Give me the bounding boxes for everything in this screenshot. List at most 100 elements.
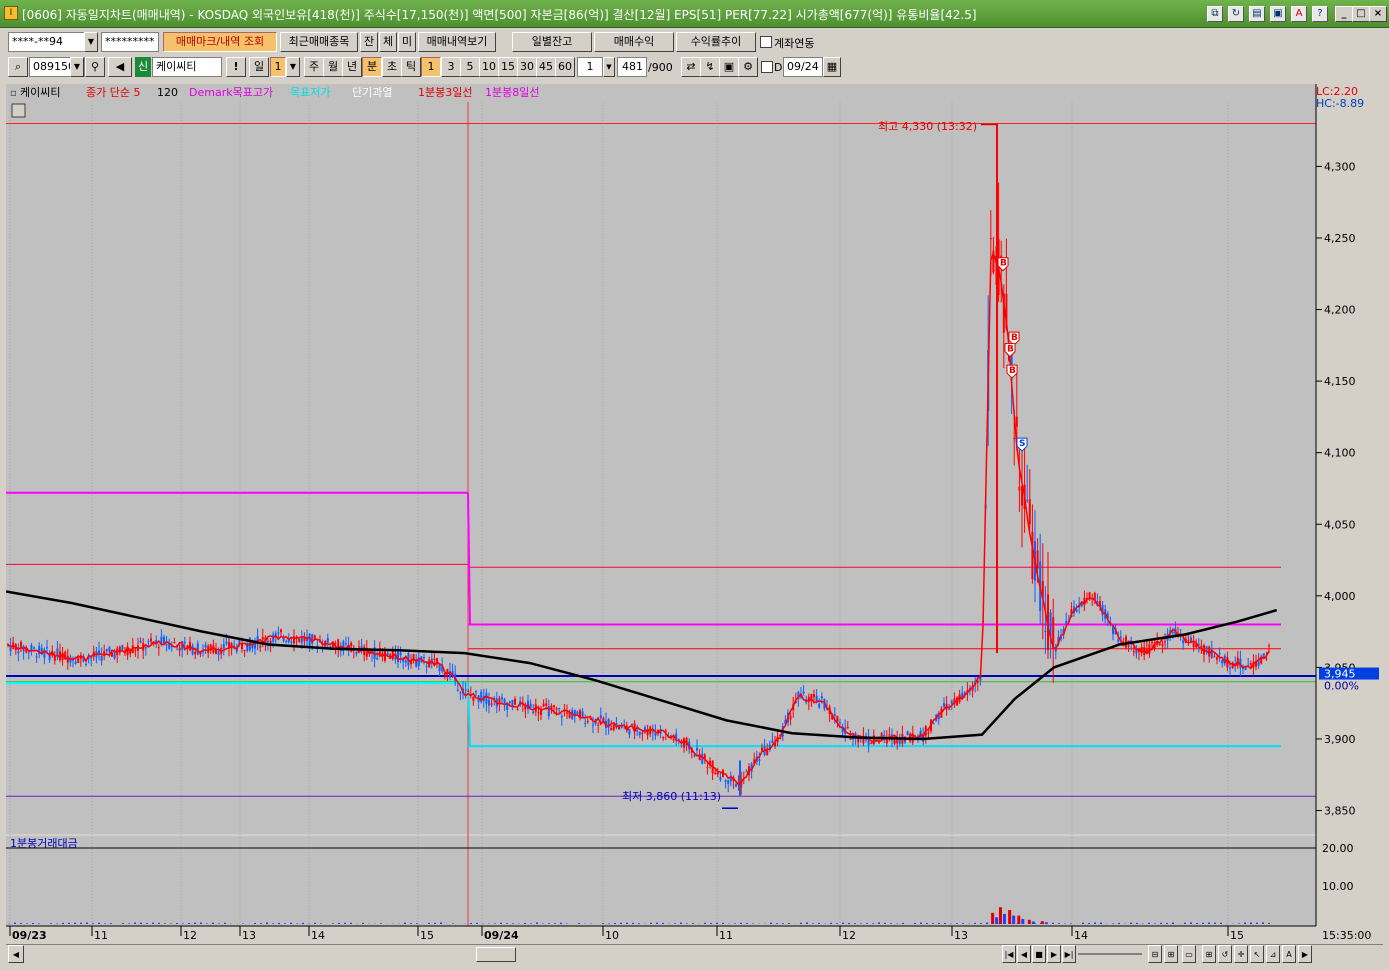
- date-input[interactable]: 09/24: [783, 57, 823, 77]
- period-minute-button[interactable]: 분: [362, 57, 382, 77]
- save-icon[interactable]: ▣: [1270, 6, 1286, 22]
- account-link-checkbox[interactable]: [760, 36, 772, 48]
- link-icon[interactable]: ⧉: [1207, 6, 1223, 22]
- count-input[interactable]: 1: [577, 57, 603, 77]
- zoom-slider[interactable]: [1078, 953, 1142, 955]
- candle-down: [727, 780, 730, 784]
- candle-up: [846, 727, 849, 729]
- magnifier-icon[interactable]: ⚲: [85, 57, 105, 77]
- maximize-button[interactable]: □: [1352, 6, 1370, 22]
- chart-type-icon[interactable]: ↯: [700, 57, 720, 77]
- interval-1-button[interactable]: 1: [421, 57, 441, 77]
- candle-up: [1013, 437, 1016, 440]
- chart-area[interactable]: BBBBS 3,8503,9003,9504,0004,0504,1004,15…: [5, 84, 1383, 944]
- restore-icon[interactable]: ↺: [1218, 945, 1232, 963]
- period-week-button[interactable]: 주: [304, 57, 324, 77]
- refresh-icon[interactable]: ↻: [1228, 6, 1244, 22]
- speaker-icon[interactable]: ◀: [108, 57, 132, 77]
- interval-10-button[interactable]: 10: [479, 57, 499, 77]
- daily-balance-button[interactable]: 일별잔고: [512, 32, 592, 52]
- print-icon[interactable]: ▤: [1249, 6, 1265, 22]
- trade-profit-button[interactable]: 매매수익: [594, 32, 674, 52]
- settings-icon[interactable]: ⚙: [738, 57, 758, 77]
- layout-icon[interactable]: ▭: [1182, 945, 1196, 963]
- volume-bar: [716, 922, 718, 924]
- disk-icon[interactable]: ▣: [719, 57, 739, 77]
- interval-15-button[interactable]: 15: [498, 57, 518, 77]
- volume-bar: [746, 923, 748, 924]
- pointer-icon[interactable]: ↖: [1250, 945, 1264, 963]
- interval-60-button[interactable]: 60: [555, 57, 575, 77]
- candle-down: [1171, 631, 1174, 634]
- trade-mark-query-button[interactable]: 매매마크/내역 조회: [163, 32, 277, 52]
- text-tool-icon[interactable]: A: [1282, 945, 1296, 963]
- period-dropdown-icon[interactable]: ▼: [286, 57, 300, 77]
- bars-input[interactable]: 481: [617, 57, 647, 77]
- nav-last-icon[interactable]: ▶|: [1062, 945, 1076, 963]
- scroll-thumb[interactable]: [476, 947, 516, 962]
- password-field[interactable]: *********: [101, 32, 159, 52]
- calendar-icon[interactable]: ▦: [823, 57, 841, 77]
- candlestick-chart[interactable]: BBBBS 3,8503,9003,9504,0004,0504,1004,15…: [5, 84, 1383, 944]
- nav-prev-icon[interactable]: ◀: [1017, 945, 1031, 963]
- candle-down: [100, 655, 103, 661]
- x-tick-label: 13: [954, 929, 968, 942]
- interval-30-button[interactable]: 30: [517, 57, 537, 77]
- compare-icon[interactable]: ⇄: [681, 57, 701, 77]
- volume-spike-bar: [1002, 913, 1006, 924]
- period-value[interactable]: 1: [270, 57, 286, 77]
- executed-button[interactable]: 체: [379, 32, 397, 52]
- nav-stop-icon[interactable]: ■: [1032, 945, 1046, 963]
- candle-down: [196, 643, 199, 655]
- candle-down: [1119, 636, 1122, 638]
- grid-toggle-icon[interactable]: [11, 103, 26, 118]
- period-year-button[interactable]: 년: [342, 57, 362, 77]
- candle-up: [1200, 645, 1203, 648]
- scroll-left-icon[interactable]: ◀: [8, 945, 24, 963]
- stock-name-field[interactable]: 케이씨티: [152, 57, 222, 77]
- chart-scrollbar[interactable]: ◀ |◀ ◀ ■ ▶ ▶| ⊟ ⊞ ▭ ⊞ ↺ ✛ ↖ ⊿ A ▶: [6, 944, 1383, 964]
- font-icon[interactable]: A: [1291, 6, 1307, 22]
- split-icon[interactable]: ⊞: [1202, 945, 1216, 963]
- recent-trades-button[interactable]: 최근매매종목: [280, 32, 358, 52]
- volume-bar: [554, 923, 556, 924]
- interval-5-button[interactable]: 5: [460, 57, 480, 77]
- return-trend-button[interactable]: 수익률추이: [676, 32, 756, 52]
- trade-history-button[interactable]: 매매내역보기: [418, 32, 496, 52]
- period-second-button[interactable]: 초: [382, 57, 402, 77]
- volume-bar: [686, 923, 688, 924]
- candle-down: [144, 647, 147, 649]
- code-dropdown-icon[interactable]: ▼: [70, 57, 84, 77]
- alert-button[interactable]: !: [226, 57, 246, 77]
- balance-button[interactable]: 잔: [360, 32, 378, 52]
- minimize-button[interactable]: _: [1335, 6, 1353, 22]
- zoom-in-icon[interactable]: ⊞: [1164, 945, 1178, 963]
- scroll-right-icon[interactable]: ▶: [1298, 945, 1312, 963]
- crosshair-icon[interactable]: ✛: [1234, 945, 1248, 963]
- volume-bar: [1100, 922, 1102, 924]
- candle-down: [815, 695, 818, 701]
- candle-down: [501, 697, 503, 700]
- period-day-button[interactable]: 일: [249, 57, 269, 77]
- zoom-out-icon[interactable]: ⊟: [1148, 945, 1162, 963]
- nav-next-icon[interactable]: ▶: [1047, 945, 1061, 963]
- nav-first-icon[interactable]: |◀: [1002, 945, 1016, 963]
- close-button[interactable]: ×: [1369, 6, 1387, 22]
- volume-bar: [836, 923, 838, 924]
- period-month-button[interactable]: 월: [323, 57, 343, 77]
- candle-down: [833, 714, 836, 717]
- count-spin-icon[interactable]: ▼: [603, 57, 615, 77]
- help-icon[interactable]: ?: [1312, 6, 1328, 22]
- candle-up: [893, 739, 896, 744]
- period-tick-button[interactable]: 틱: [401, 57, 421, 77]
- volume-bar: [428, 922, 430, 924]
- interval-3-button[interactable]: 3: [441, 57, 461, 77]
- candle-up: [1158, 643, 1161, 645]
- volume-bar: [440, 922, 442, 924]
- ruler-icon[interactable]: ⊿: [1266, 945, 1280, 963]
- account-dropdown-icon[interactable]: ▼: [84, 32, 98, 52]
- code-search-icon[interactable]: ⌕: [8, 57, 28, 77]
- unexecuted-button[interactable]: 미: [398, 32, 416, 52]
- date-checkbox[interactable]: [761, 61, 773, 73]
- interval-45-button[interactable]: 45: [536, 57, 556, 77]
